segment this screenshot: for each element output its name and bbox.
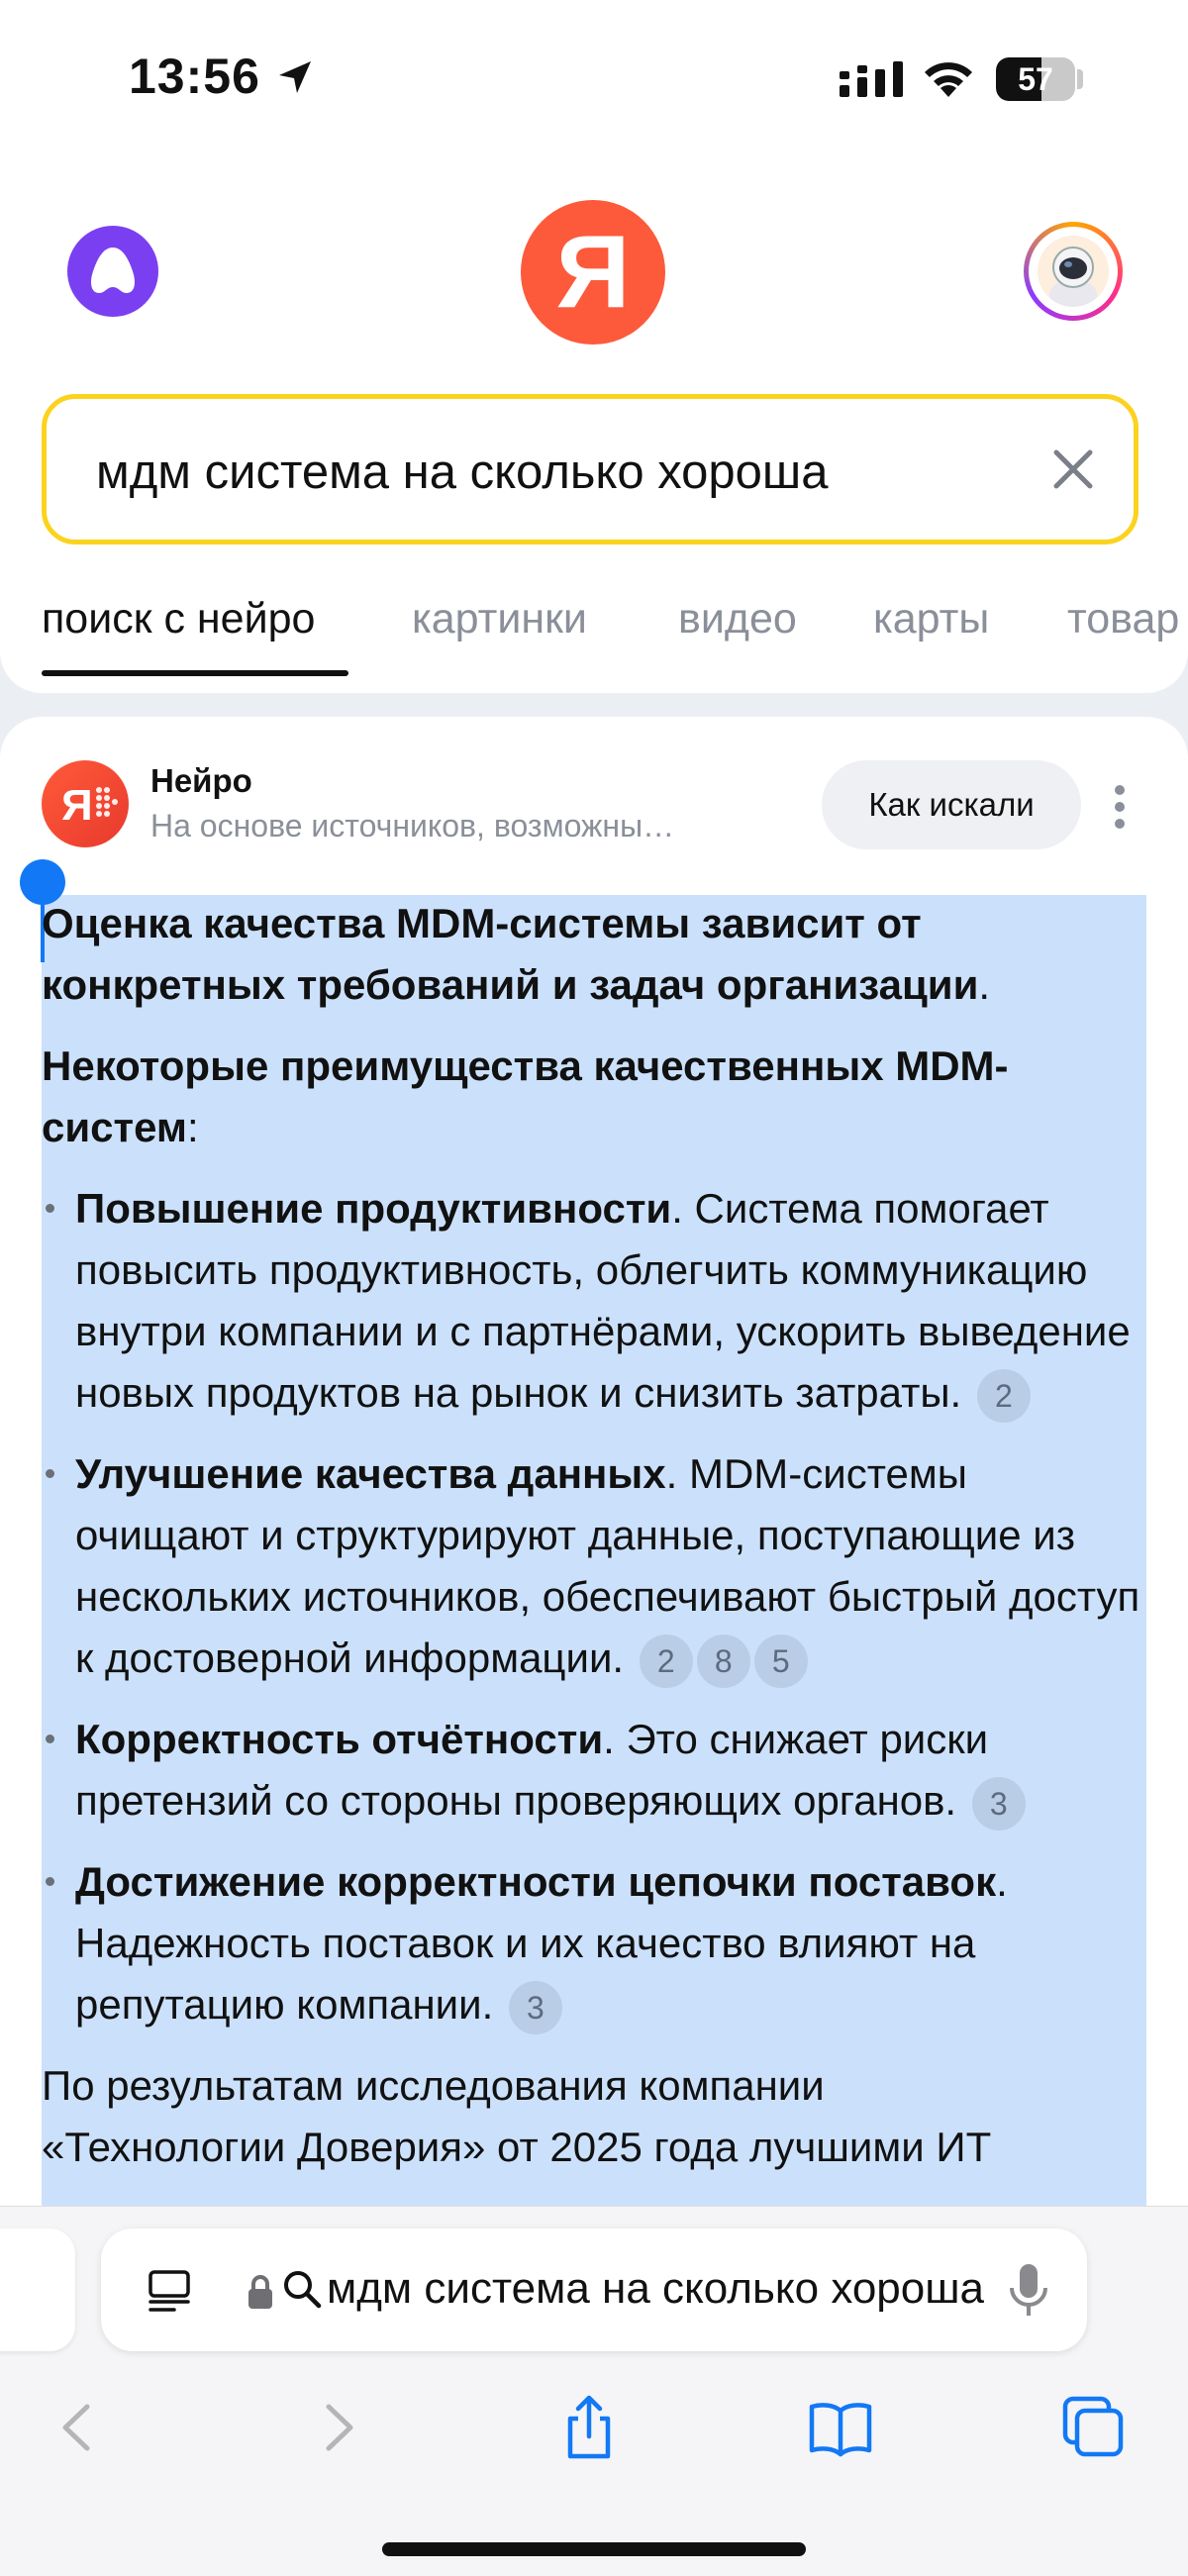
active-tab-indicator bbox=[42, 670, 348, 676]
forward-icon[interactable] bbox=[303, 2393, 372, 2462]
avatar[interactable] bbox=[1024, 222, 1123, 321]
list-item-title: Повышение продуктивности bbox=[75, 1185, 672, 1232]
bullet bbox=[46, 1877, 54, 1886]
tab-products[interactable]: товар bbox=[1067, 595, 1179, 644]
cellular-signal-icon bbox=[840, 61, 903, 97]
browser-toolbar: мдм система на сколько хороша bbox=[0, 2206, 1188, 2576]
alice-icon bbox=[91, 248, 135, 293]
svg-text:Я: Я bbox=[61, 781, 93, 830]
address-bar[interactable]: мдм система на сколько хороша bbox=[101, 2229, 1087, 2351]
tab-neuro-search[interactable]: поиск с нейро bbox=[42, 595, 315, 644]
microphone-icon[interactable] bbox=[1006, 2262, 1051, 2320]
list-heading-end: : bbox=[186, 1104, 199, 1150]
closing-line: По результатам исследования компании bbox=[42, 2062, 825, 2109]
lock-icon bbox=[248, 2275, 272, 2309]
list-item: Корректность отчётности. Это снижает рис… bbox=[42, 1709, 1140, 1832]
battery-icon: 57 bbox=[996, 57, 1075, 101]
tab-maps[interactable]: карты bbox=[873, 595, 989, 644]
neuro-logo-icon: Я bbox=[42, 760, 129, 847]
neuro-subtitle: На основе источников, возможны… bbox=[150, 808, 675, 843]
list-heading: Некоторые преимущества качественных MDM-… bbox=[42, 1036, 1140, 1158]
list-item-title: Достижение корректности цепочки поставок bbox=[75, 1858, 997, 1905]
battery-percent: 57 bbox=[1018, 61, 1053, 97]
tabs-icon[interactable] bbox=[1059, 2393, 1129, 2462]
how-searched-button[interactable]: Как искали bbox=[822, 760, 1081, 849]
tab-video[interactable]: видео bbox=[678, 595, 797, 644]
neuro-answer-card: Я Нейро На основе источников, возможны… … bbox=[0, 717, 1188, 2222]
answer-intro-bold: Оценка качества MDM-системы зависит от к… bbox=[42, 900, 979, 1008]
answer-intro-end: . bbox=[978, 961, 991, 1008]
closing-line-cut: «Технологии Доверия» от 2025 года лучшим… bbox=[42, 2124, 992, 2170]
neuro-title: Нейро bbox=[150, 762, 252, 799]
bullet bbox=[46, 1734, 54, 1743]
astronaut-avatar-icon bbox=[1038, 236, 1109, 307]
citation-badge[interactable]: 3 bbox=[508, 1980, 562, 2034]
citation-badge[interactable]: 5 bbox=[753, 1634, 808, 1688]
header-area: 13:56 57 Я мдм система на сколько хороша… bbox=[0, 0, 1188, 693]
bullet bbox=[46, 1469, 54, 1478]
search-input[interactable]: мдм система на сколько хороша bbox=[96, 445, 828, 500]
url-text[interactable]: мдм система на сколько хороша bbox=[327, 2264, 1010, 2314]
closing-paragraph: По результатам исследования компании «Те… bbox=[42, 2055, 1140, 2178]
list-item: Улучшение качества данных. MDM-системы о… bbox=[42, 1443, 1140, 1689]
page-menu-icon[interactable] bbox=[145, 2266, 194, 2316]
citation-badge[interactable]: 8 bbox=[696, 1634, 750, 1688]
answer-text: Оценка качества MDM-системы зависит от к… bbox=[42, 893, 1140, 2178]
alice-assistant-button[interactable] bbox=[67, 226, 158, 317]
tab-images[interactable]: картинки bbox=[412, 595, 587, 644]
search-field[interactable]: мдм система на сколько хороша bbox=[42, 394, 1138, 545]
answer-intro: Оценка качества MDM-системы зависит от к… bbox=[42, 893, 1140, 1016]
back-icon[interactable] bbox=[44, 2393, 113, 2462]
share-icon[interactable] bbox=[554, 2393, 624, 2462]
more-options-icon[interactable] bbox=[1113, 784, 1127, 830]
bullet bbox=[46, 1204, 54, 1213]
previous-tab-card[interactable] bbox=[0, 2229, 75, 2351]
list-item-title: Корректность отчётности bbox=[75, 1716, 604, 1762]
list-item: Достижение корректности цепочки поставок… bbox=[42, 1851, 1140, 2035]
yandex-logo[interactable]: Я bbox=[521, 200, 665, 345]
clear-icon[interactable] bbox=[1046, 443, 1100, 496]
search-icon bbox=[284, 2271, 322, 2309]
wifi-icon bbox=[925, 62, 972, 97]
citation-badge[interactable]: 2 bbox=[976, 1368, 1031, 1423]
bookmarks-icon[interactable] bbox=[806, 2393, 875, 2462]
location-arrow-icon bbox=[279, 61, 311, 93]
citation-badge[interactable]: 3 bbox=[971, 1776, 1026, 1831]
list-item: Повышение продуктивности. Система помога… bbox=[42, 1178, 1140, 1424]
status-time: 13:56 bbox=[129, 49, 260, 104]
avatar-ring bbox=[1029, 227, 1118, 316]
home-indicator bbox=[382, 2542, 806, 2556]
battery-nub bbox=[1077, 69, 1083, 89]
list-item-title: Улучшение качества данных bbox=[75, 1450, 666, 1497]
citation-badge[interactable]: 2 bbox=[639, 1634, 693, 1688]
search-tabs: поиск с нейро картинки видео карты товар bbox=[0, 589, 1188, 678]
